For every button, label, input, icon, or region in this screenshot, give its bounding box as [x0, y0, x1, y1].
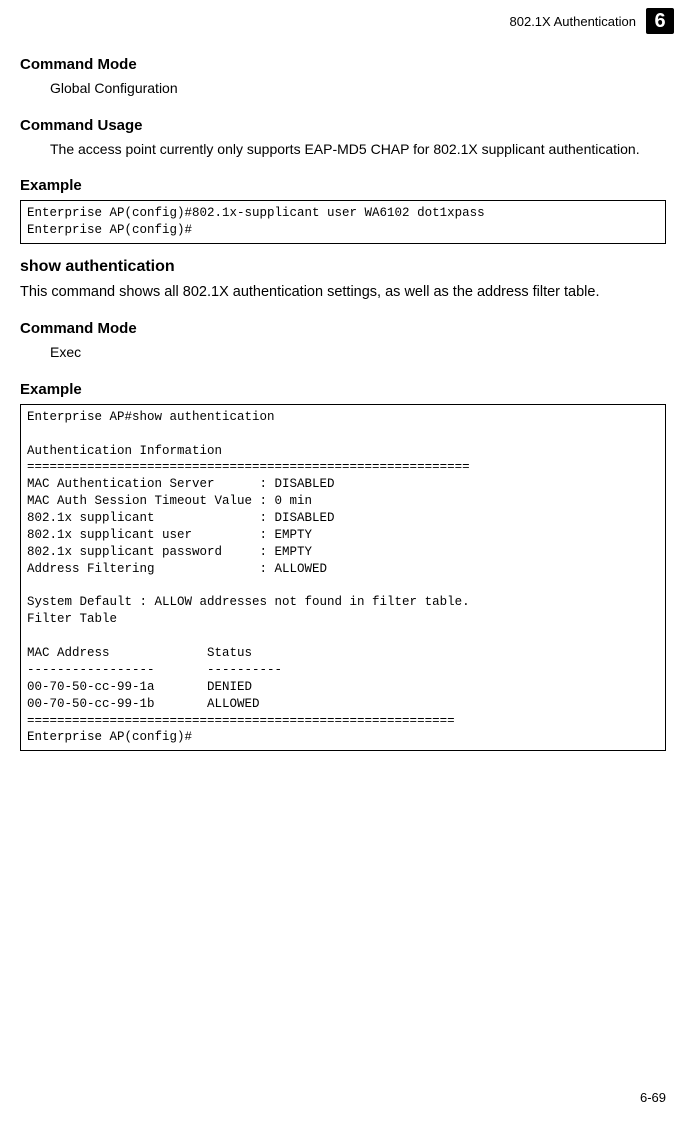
example-code-2: Enterprise AP#show authentication Authen… — [20, 404, 666, 752]
page-content: Command Mode Global Configuration Comman… — [0, 56, 686, 751]
command-mode-heading-2: Command Mode — [20, 320, 666, 337]
page-header: 802.1X Authentication 6 — [0, 0, 686, 38]
command-mode-heading-1: Command Mode — [20, 56, 666, 73]
page-number: 6-69 — [640, 1090, 666, 1105]
example-heading-1: Example — [20, 177, 666, 194]
header-title: 802.1X Authentication — [510, 14, 637, 29]
command-mode-body-1: Global Configuration — [50, 79, 666, 99]
chapter-number-box: 6 — [646, 8, 674, 34]
show-authentication-desc: This command shows all 802.1X authentica… — [20, 282, 666, 302]
show-authentication-title: show authentication — [20, 258, 666, 276]
command-mode-body-2: Exec — [50, 343, 666, 363]
command-usage-body: The access point currently only supports… — [50, 140, 666, 160]
command-usage-heading: Command Usage — [20, 117, 666, 134]
example-code-1: Enterprise AP(config)#802.1x-supplicant … — [20, 200, 666, 244]
example-heading-2: Example — [20, 381, 666, 398]
